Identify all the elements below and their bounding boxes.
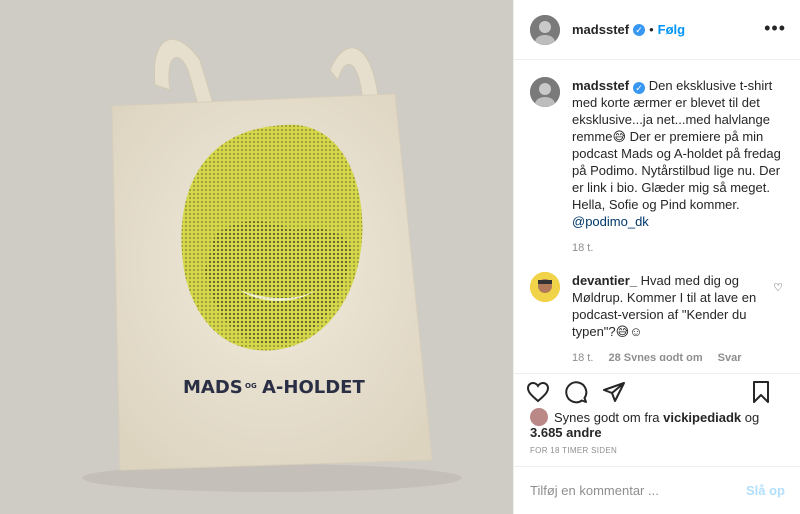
add-comment-bar: Slå op <box>514 466 800 514</box>
post-timestamp[interactable]: FOR 18 TIMER SIDEN <box>530 446 617 455</box>
author-avatar[interactable] <box>530 14 560 45</box>
bag-text-left: MADS <box>183 377 243 398</box>
likes-others[interactable]: 3.685 andre <box>530 425 602 440</box>
post-photo[interactable]: MADS OG A-HOLDET <box>0 0 513 514</box>
comment-input[interactable] <box>530 483 746 498</box>
header-separator: • <box>649 22 654 37</box>
comment-reply-button[interactable]: Svar <box>718 352 742 361</box>
comment-likes[interactable]: 28 Synes godt om <box>608 352 702 361</box>
caption-text-block: madsstef ✓ Den eksklusive t-shirt med kor… <box>572 77 785 230</box>
post-side-panel: madsstef ✓ • Følg ••• madsstef ✓ Den eksk… <box>513 0 800 514</box>
verified-icon: ✓ <box>633 23 646 36</box>
caption-text: Den eksklusive t-shirt med korte ærmer e… <box>572 78 781 212</box>
caption-avatar[interactable] <box>530 77 560 107</box>
heart-icon[interactable] <box>526 380 550 404</box>
caption-meta: 18 t. <box>572 242 785 254</box>
comment-text-block: devantier_ Hvad med dig og Møldrup. Komm… <box>572 272 777 340</box>
likes-user[interactable]: vickipediadk <box>663 410 741 425</box>
comments-list[interactable]: madsstef ✓ Den eksklusive t-shirt med kor… <box>514 61 800 361</box>
commenter-username[interactable]: devantier_ <box>572 273 637 288</box>
likes-summary: Synes godt om fra vickipediadk og <box>530 408 759 426</box>
caption-username[interactable]: madsstef <box>572 78 629 93</box>
comment-time[interactable]: 18 t. <box>572 352 593 361</box>
comment-icon[interactable] <box>564 380 588 404</box>
comment-meta: 18 t. 28 Synes godt om Svar <box>572 352 785 361</box>
bag-text-right: A-HOLDET <box>262 377 365 398</box>
tote-bag-illustration: MADS OG A-HOLDET <box>82 38 462 492</box>
liker-avatar[interactable] <box>530 408 548 426</box>
comment-like-heart-icon[interactable]: ♡ <box>773 281 783 294</box>
author-username[interactable]: madsstef <box>572 22 629 37</box>
comment-item: devantier_ Hvad med dig og Møldrup. Komm… <box>530 272 785 340</box>
likes-joiner: og <box>744 409 760 425</box>
post-modal: MADS OG A-HOLDET madsstef ✓ • Følg ••• m… <box>0 0 800 514</box>
bag-text-mid: OG <box>245 382 257 390</box>
caption-mention[interactable]: @podimo_dk <box>572 214 649 229</box>
post-comment-button[interactable]: Slå op <box>746 483 785 498</box>
verified-icon: ✓ <box>633 82 646 94</box>
post-header: madsstef ✓ • Følg ••• <box>514 0 800 60</box>
likes-prefix: Synes godt om fra <box>554 409 660 425</box>
share-icon[interactable] <box>602 380 626 404</box>
follow-button[interactable]: Følg <box>658 22 685 37</box>
caption-time[interactable]: 18 t. <box>572 242 593 254</box>
bag-handle-left <box>153 38 216 113</box>
bookmark-icon[interactable] <box>749 380 773 404</box>
more-horizontal-icon[interactable]: ••• <box>764 18 786 39</box>
caption: madsstef ✓ Den eksklusive t-shirt med kor… <box>530 77 785 230</box>
action-bar <box>514 373 800 409</box>
commenter-avatar[interactable] <box>530 272 560 302</box>
